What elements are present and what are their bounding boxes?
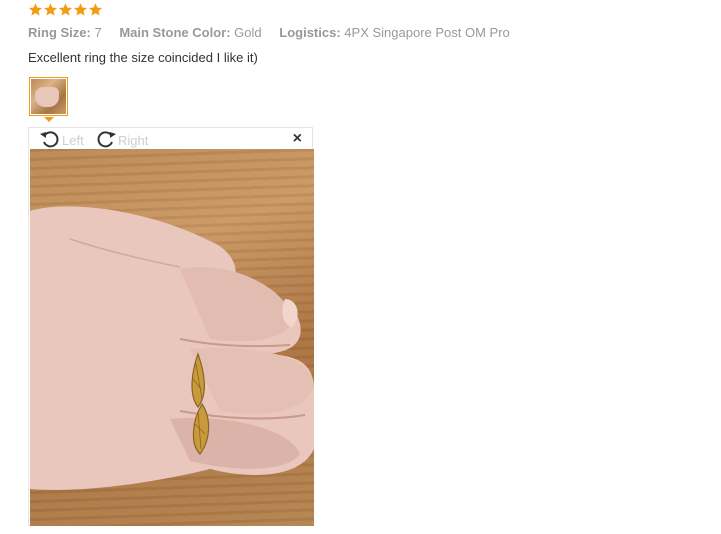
star-icon: [88, 2, 103, 17]
close-icon[interactable]: ×: [293, 131, 302, 147]
photo-viewer: Left Right ×: [28, 127, 314, 526]
star-icon: [58, 2, 73, 17]
viewer-toolbar: Left Right ×: [29, 128, 312, 149]
review-text: Excellent ring the size coincided I like…: [28, 50, 258, 65]
rating-stars: [28, 2, 103, 17]
star-icon: [28, 2, 43, 17]
review-photo-thumbnail[interactable]: [29, 77, 68, 116]
rotate-right-label: Right: [118, 133, 149, 148]
attribute-value: Gold: [234, 25, 262, 40]
star-icon: [43, 2, 58, 17]
review-photo-large: [30, 149, 314, 526]
thumbnail-image: [31, 79, 66, 114]
review-attributes: Ring Size: 7 Main Stone Color: Gold Logi…: [28, 25, 524, 40]
thumbnail-selected-caret: [44, 117, 54, 122]
attribute-value: 7: [94, 25, 102, 40]
attribute-value: 4PX Singapore Post OM Pro: [344, 25, 510, 40]
attribute-stone-color: Main Stone Color: Gold: [119, 25, 261, 40]
attribute-label: Ring Size:: [28, 25, 91, 40]
attribute-label: Logistics:: [279, 25, 341, 40]
star-icon: [73, 2, 88, 17]
attribute-label: Main Stone Color:: [119, 25, 231, 40]
rotate-left-label: Left: [62, 133, 84, 148]
attribute-logistics: Logistics: 4PX Singapore Post OM Pro: [279, 25, 510, 40]
attribute-ring-size: Ring Size: 7: [28, 25, 102, 40]
